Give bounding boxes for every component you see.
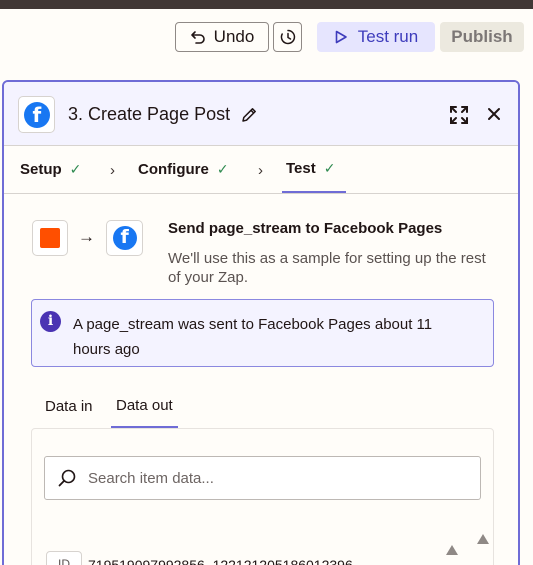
app-icon-tile bbox=[18, 96, 55, 133]
top-app-bar bbox=[0, 0, 533, 9]
search-field[interactable] bbox=[44, 456, 481, 500]
expand-icon[interactable] bbox=[448, 104, 470, 126]
send-description: We'll use this as a sample for setting u… bbox=[168, 250, 486, 286]
tab-test[interactable]: Test ✓ bbox=[282, 146, 346, 193]
tab-setup-label: Setup bbox=[20, 161, 62, 178]
tab-data-in[interactable]: Data in bbox=[45, 384, 93, 428]
step-editor-panel: 3. Create Page Post Setup ✓ › Configure … bbox=[2, 80, 520, 565]
tab-configure-label: Configure bbox=[138, 161, 209, 178]
undo-label: Undo bbox=[213, 27, 255, 46]
caret-up-icon[interactable] bbox=[445, 544, 459, 556]
info-banner: i A page_stream was sent to Facebook Pag… bbox=[31, 299, 494, 367]
send-title: Send page_stream to Facebook Pages bbox=[168, 220, 443, 237]
close-icon[interactable] bbox=[485, 105, 503, 123]
source-app-tile bbox=[32, 220, 68, 256]
field-type-badge: ID bbox=[46, 551, 82, 565]
destination-app-tile bbox=[106, 220, 143, 256]
test-run-label: Test run bbox=[357, 27, 419, 46]
check-icon: ✓ bbox=[69, 161, 82, 177]
editor-toolbar: Undo Test run Publish bbox=[0, 22, 533, 52]
tab-test-label: Test bbox=[286, 160, 316, 177]
chevron-right-icon: › bbox=[110, 162, 115, 179]
data-tabs: Data in Data out bbox=[31, 384, 494, 428]
caret-up-icon[interactable] bbox=[476, 533, 490, 545]
facebook-icon bbox=[112, 226, 137, 250]
search-icon bbox=[58, 469, 76, 487]
publish-button[interactable]: Publish bbox=[440, 22, 524, 52]
facebook-icon bbox=[23, 101, 50, 128]
send-summary: → Send page_stream to Facebook Pages We'… bbox=[32, 220, 502, 290]
arrow-right-icon: → bbox=[78, 227, 95, 246]
undo-icon bbox=[190, 31, 205, 44]
field-value[interactable]: 719519097992856_122121205186012396 bbox=[88, 557, 353, 565]
search-input[interactable] bbox=[88, 467, 468, 489]
publish-label: Publish bbox=[451, 27, 513, 46]
chevron-right-icon: › bbox=[258, 162, 263, 179]
info-message: A page_stream was sent to Facebook Pages… bbox=[73, 316, 433, 358]
version-history-button[interactable] bbox=[273, 22, 302, 52]
check-icon: ✓ bbox=[216, 161, 229, 177]
step-header: 3. Create Page Post bbox=[4, 82, 518, 146]
tab-setup[interactable]: Setup ✓ bbox=[20, 146, 81, 193]
tab-data-out[interactable]: Data out bbox=[111, 384, 178, 428]
undo-button[interactable]: Undo bbox=[175, 22, 269, 52]
history-icon bbox=[280, 29, 295, 45]
test-run-button[interactable]: Test run bbox=[317, 22, 435, 52]
play-icon bbox=[335, 30, 347, 44]
step-tabs: Setup ✓ › Configure ✓ › Test ✓ bbox=[4, 146, 518, 194]
check-icon: ✓ bbox=[323, 160, 336, 176]
step-title[interactable]: 3. Create Page Post bbox=[68, 104, 230, 125]
info-icon: i bbox=[40, 311, 61, 332]
pencil-icon[interactable] bbox=[240, 106, 258, 124]
tab-configure[interactable]: Configure ✓ bbox=[138, 146, 229, 193]
data-out-card: ID 719519097992856_122121205186012396 bbox=[31, 428, 494, 565]
zapier-trigger-icon bbox=[40, 228, 60, 248]
